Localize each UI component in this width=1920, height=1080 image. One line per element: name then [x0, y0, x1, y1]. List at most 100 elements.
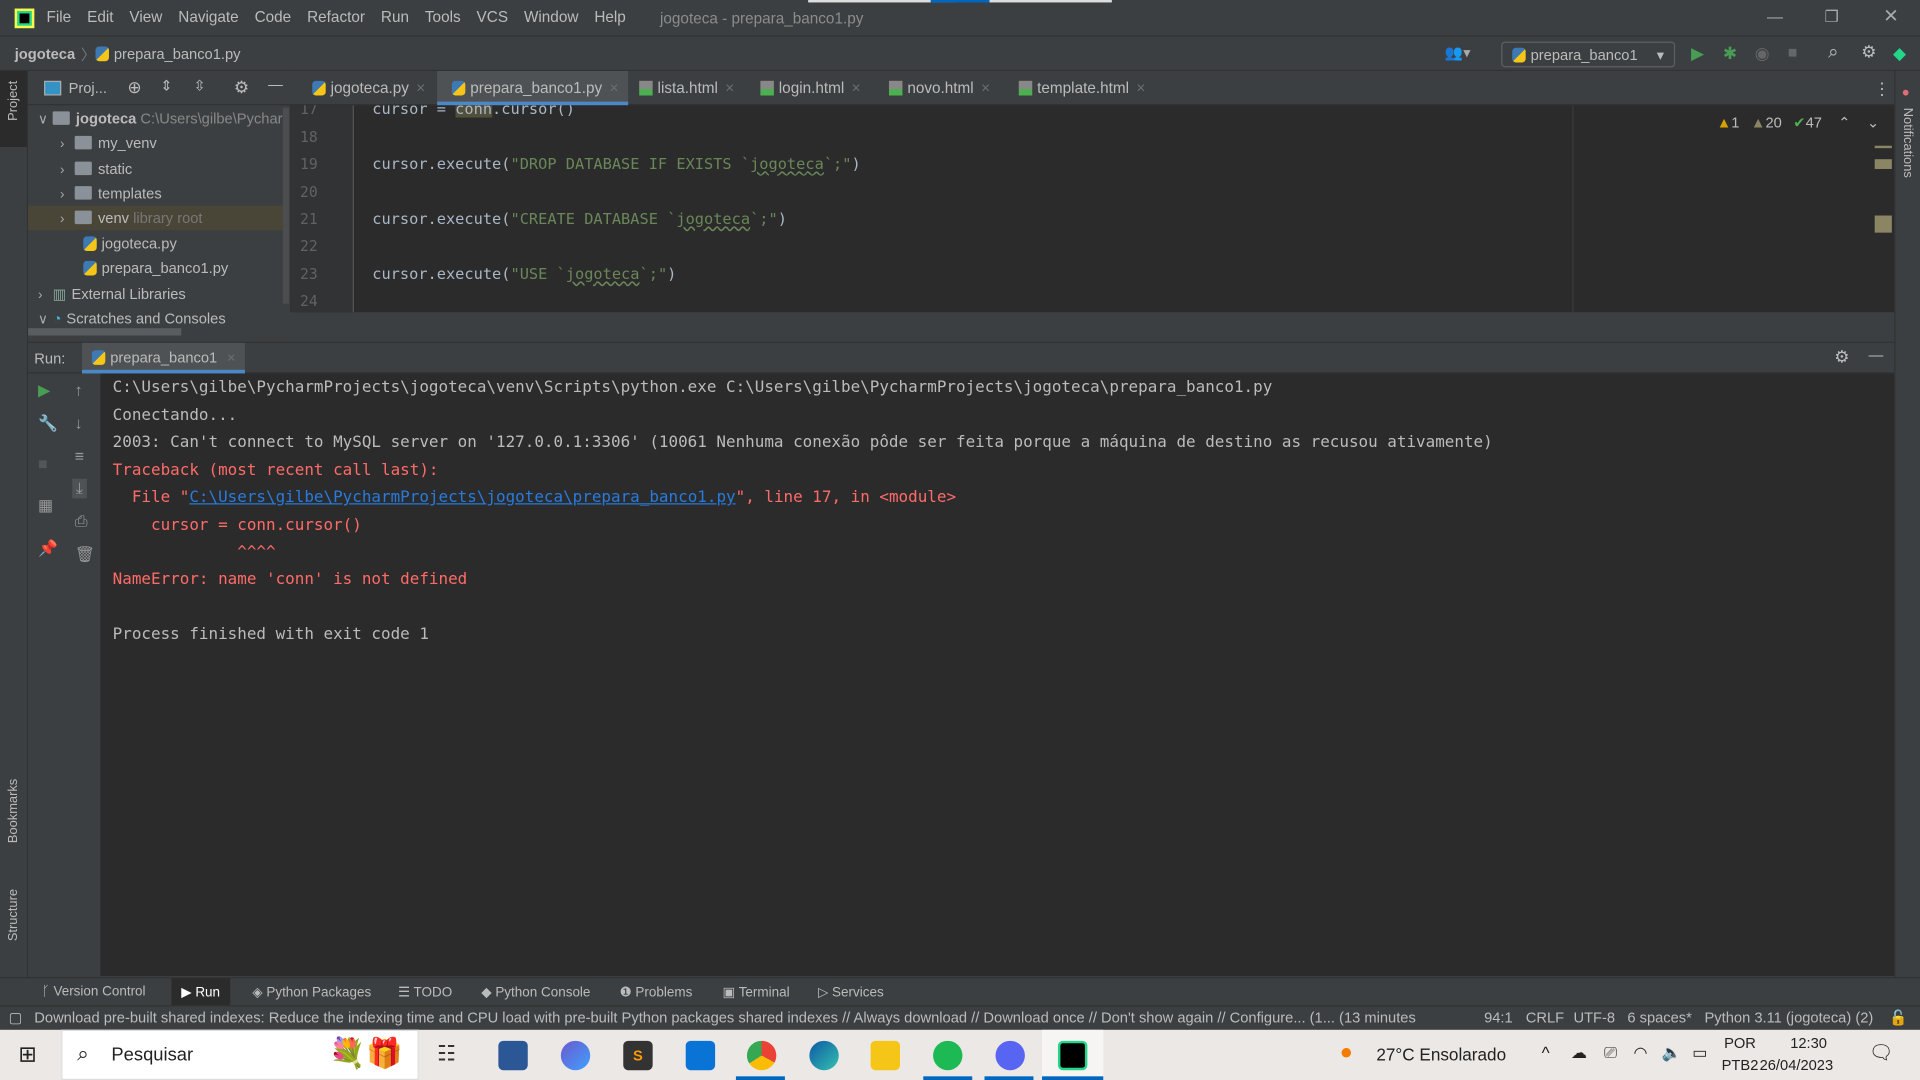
tab-template-html[interactable]: template.html × — [1004, 71, 1155, 105]
tab-prepara-banco1-py[interactable]: prepara_banco1.py × — [437, 71, 629, 106]
menu-file[interactable]: File — [47, 9, 72, 26]
tool-tab-services[interactable]: ▷ Services — [818, 984, 884, 1001]
collapse-all-icon[interactable]: ⇳ — [193, 77, 205, 94]
tree-item-prepara-banco1-py[interactable]: prepara_banco1.py — [28, 256, 283, 280]
error-stripe-mark[interactable] — [1874, 159, 1892, 169]
device-icon[interactable]: ⎚ — [1604, 1043, 1617, 1063]
clear-trash-icon[interactable]: 🗑 — [75, 545, 95, 565]
breadcrumb-file[interactable]: prepara_banco1.py — [95, 45, 241, 62]
wifi-icon[interactable]: ◠ — [1633, 1043, 1647, 1063]
pin-icon[interactable]: 📌 — [38, 539, 58, 559]
stop-icon[interactable]: ■ — [1788, 43, 1798, 61]
file-encoding[interactable]: UTF-8 — [1573, 1007, 1615, 1030]
windows-start-icon[interactable]: ⊞ — [18, 1042, 36, 1068]
menu-navigate[interactable]: Navigate — [178, 9, 238, 26]
menu-refactor[interactable]: Refactor — [307, 9, 365, 26]
mail-icon[interactable] — [685, 1040, 716, 1071]
menu-help[interactable]: Help — [594, 9, 625, 26]
hide-run-panel-icon[interactable]: — — [1869, 347, 1884, 364]
soft-wrap-icon[interactable]: ≡ — [75, 447, 84, 465]
menu-window[interactable]: Window — [524, 9, 578, 26]
search-icon[interactable]: ⌕ — [1828, 42, 1838, 63]
tool-tab-terminal[interactable]: ▣ Terminal — [722, 984, 789, 1001]
minimize-icon[interactable]: — — [1767, 7, 1783, 25]
project-view-select[interactable]: Proj... — [69, 80, 107, 97]
tool-tab-run[interactable]: ▶ Run — [171, 978, 230, 1007]
onedrive-cloud-icon[interactable]: ☁ — [1571, 1043, 1587, 1063]
tab-login-html[interactable]: login.html × — [746, 71, 871, 105]
weather-sun-icon[interactable]: ● — [1340, 1040, 1353, 1066]
microsoft-store-icon[interactable] — [498, 1040, 528, 1071]
line-separator[interactable]: CRLF — [1526, 1007, 1564, 1030]
expand-all-icon[interactable]: ⇕ — [160, 77, 172, 94]
menu-run[interactable]: Run — [381, 9, 409, 26]
more-tabs-icon[interactable]: ⋮ — [1873, 78, 1890, 99]
next-highlight-icon[interactable]: ⌄ — [1867, 114, 1879, 131]
sublime-text-icon[interactable]: S — [623, 1040, 653, 1071]
notifications-tool-button[interactable]: Notifications — [1900, 108, 1915, 178]
tab-jogoteca-py[interactable]: jogoteca.py × — [298, 71, 435, 105]
traceback-file-link[interactable]: C:\Users\gilbe\PycharmProjects\jogoteca\… — [189, 489, 735, 507]
debug-icon[interactable]: ✱ — [1723, 43, 1737, 64]
file-explorer-icon[interactable] — [870, 1040, 901, 1071]
task-view-icon[interactable]: ☷ — [437, 1042, 456, 1066]
clock-time[interactable]: 12:30 — [1790, 1035, 1827, 1052]
wrench-icon[interactable]: 🔧 — [38, 414, 58, 434]
caret-position[interactable]: 94:1 — [1484, 1007, 1513, 1030]
vcs-user-icon[interactable]: 👥▾ — [1445, 44, 1471, 61]
tool-tab-todo[interactable]: ☰ TODO — [398, 984, 452, 1001]
tab-novo-html[interactable]: novo.html × — [874, 71, 1000, 105]
discord-icon[interactable] — [995, 1040, 1025, 1071]
keyboard-layout[interactable]: PTB2 — [1722, 1057, 1759, 1074]
close-tab-icon[interactable]: × — [416, 80, 425, 97]
rerun-icon[interactable]: ▶ — [38, 381, 50, 401]
edge-icon[interactable] — [809, 1040, 839, 1071]
run-settings-gear-icon[interactable]: ⚙ — [1834, 347, 1849, 368]
scroll-up-icon[interactable]: ↑ — [75, 381, 83, 399]
lock-icon[interactable]: 🔓 — [1889, 1007, 1907, 1030]
status-message[interactable]: Download pre-built shared indexes: Reduc… — [34, 1007, 1445, 1030]
error-stripe-mark[interactable] — [1874, 145, 1892, 149]
tool-tab-version-control[interactable]: ᚴ Version Control — [42, 984, 146, 999]
project-scrollbar[interactable] — [282, 107, 289, 304]
tab-lista-html[interactable]: lista.html × — [624, 71, 744, 105]
console-output[interactable]: C:\Users\gilbe\PycharmProjects\jogoteca\… — [100, 373, 1895, 976]
close-tab-icon[interactable]: × — [725, 80, 734, 97]
jetbrains-toolbox-icon[interactable]: ◆ — [1893, 43, 1906, 64]
weather-text[interactable]: 27°C Ensolarado — [1376, 1044, 1506, 1064]
clock-date[interactable]: 26/04/2023 — [1760, 1057, 1834, 1074]
menu-view[interactable]: View — [129, 9, 162, 26]
toggle-tool-windows-icon[interactable]: ▢ — [9, 1007, 23, 1030]
tool-tab-python-packages[interactable]: ◈ Python Packages — [252, 984, 371, 1001]
close-tab-icon[interactable]: × — [227, 349, 236, 366]
coverage-icon[interactable]: ◉ — [1755, 43, 1770, 64]
pycharm-taskbar-button[interactable] — [1042, 1029, 1104, 1080]
tree-item-scratches[interactable]: ∨ ◔ Scratches and Consoles — [28, 306, 283, 330]
run-config-select[interactable]: prepara_banco1 ▾ — [1501, 41, 1676, 68]
structure-tool-button[interactable]: Structure — [6, 889, 21, 941]
menu-vcs[interactable]: VCS — [477, 9, 508, 26]
close-window-icon[interactable]: ✕ — [1883, 5, 1898, 27]
indent-setting[interactable]: 6 spaces* — [1627, 1007, 1692, 1030]
print-icon[interactable]: ⎙ — [75, 512, 88, 532]
tool-tab-python-console[interactable]: ◆ Python Console — [481, 984, 590, 1001]
code-editor[interactable]: 17 18 19 20 21 22 23 24 cursor = conn.cu… — [290, 105, 1895, 313]
error-stripe-mark[interactable] — [1874, 215, 1892, 233]
tree-item-external-libraries[interactable]: › ▥ External Libraries — [28, 282, 283, 306]
input-language[interactable]: POR — [1724, 1035, 1756, 1052]
breadcrumb-project[interactable]: jogoteca — [15, 45, 75, 62]
tree-item-my-venv[interactable]: › my_venv — [28, 131, 283, 155]
tree-item-static[interactable]: › static — [28, 157, 283, 181]
project-tool-button[interactable]: Project — [6, 81, 21, 121]
copilot-icon[interactable] — [560, 1040, 591, 1071]
bookmarks-tool-button[interactable]: Bookmarks — [6, 779, 21, 843]
chrome-icon[interactable] — [746, 1040, 777, 1071]
spotify-icon[interactable] — [933, 1040, 963, 1071]
project-h-scrollbar[interactable] — [28, 328, 182, 336]
menu-edit[interactable]: Edit — [87, 9, 113, 26]
run-tab-prepara-banco1[interactable]: prepara_banco1 × — [82, 342, 246, 374]
volume-icon[interactable]: 🔈 — [1662, 1043, 1682, 1063]
tree-item-templates[interactable]: › templates — [28, 181, 283, 205]
scroll-down-icon[interactable]: ↓ — [75, 414, 83, 432]
close-tab-icon[interactable]: × — [609, 80, 618, 97]
